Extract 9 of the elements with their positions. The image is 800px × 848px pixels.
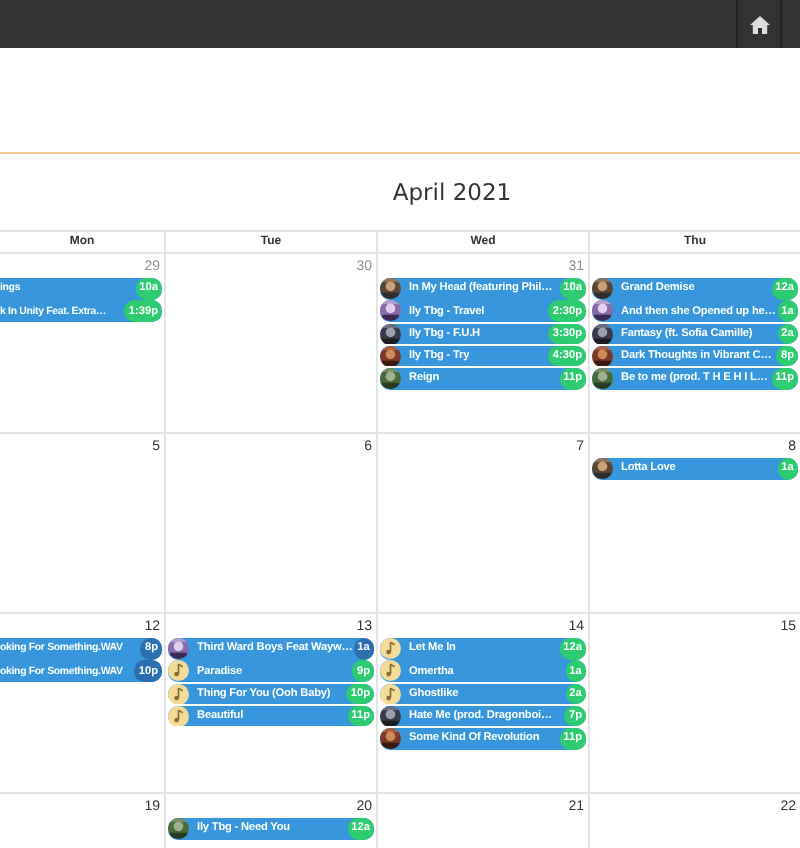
home-icon [749, 15, 769, 33]
music-note-icon [380, 638, 401, 659]
home-button[interactable] [736, 0, 782, 48]
music-note-icon [168, 660, 189, 682]
music-note-icon [380, 660, 401, 682]
music-note-icon [168, 683, 189, 705]
music-note-icon [168, 705, 189, 727]
music-note-icon [380, 683, 401, 705]
calendar-title: April 2021 [392, 178, 512, 206]
